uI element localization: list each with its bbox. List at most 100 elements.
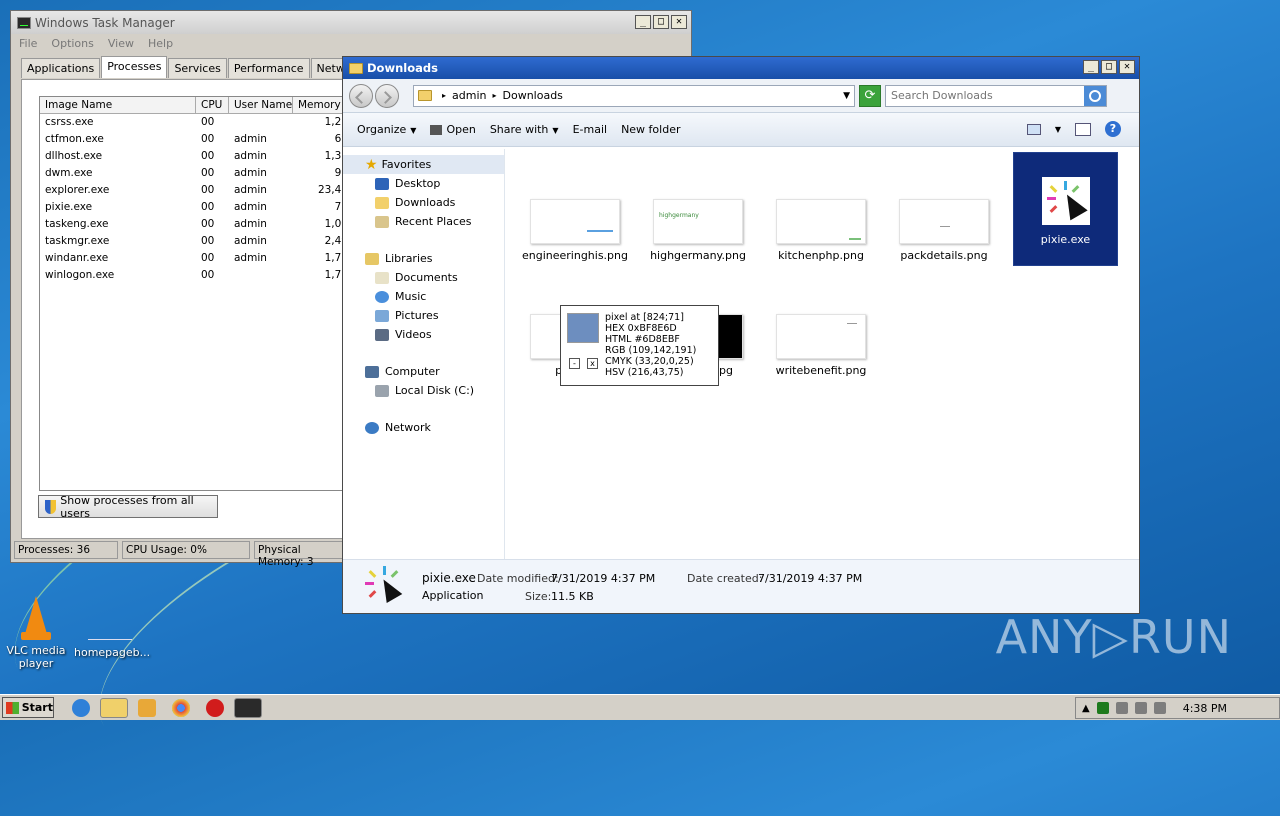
opera-icon[interactable]	[206, 699, 224, 717]
network-icon[interactable]	[1115, 702, 1128, 714]
flag-icon[interactable]	[1153, 702, 1166, 714]
window-title: Windows Task Manager	[35, 15, 175, 30]
process-cpu: 00	[201, 150, 215, 162]
breadcrumb-arrow-icon[interactable]: ▸	[492, 91, 496, 100]
show-all-processes-button[interactable]: Show processes from all users	[38, 494, 218, 520]
file-item[interactable]: packdetails.png	[888, 199, 1000, 262]
menu-file[interactable]: File	[19, 37, 37, 50]
organize-label: Organize	[357, 123, 407, 136]
close-button[interactable]: ✕	[1119, 60, 1135, 74]
file-item[interactable]: highgermany highgermany.png	[642, 199, 754, 262]
internet-explorer-icon[interactable]	[72, 699, 90, 717]
folder-icon	[418, 90, 432, 101]
file-name: pixie.exe	[1040, 233, 1091, 246]
address-dropdown-icon[interactable]: ▼	[843, 91, 850, 101]
tab-processes[interactable]: Processes	[101, 56, 168, 78]
process-user	[229, 114, 293, 131]
open-button[interactable]: Open	[430, 123, 476, 136]
nav-videos[interactable]: Videos	[343, 325, 504, 344]
menu-view[interactable]: View	[108, 37, 134, 50]
nav-favorites[interactable]: ★ Favorites	[343, 155, 504, 174]
change-view-icon[interactable]	[1026, 123, 1041, 135]
process-cpu: 00	[201, 201, 215, 213]
menu-options[interactable]: Options	[51, 37, 93, 50]
tab-applications[interactable]: Applications	[21, 58, 101, 78]
menu-help[interactable]: Help	[148, 37, 173, 50]
file-icon	[88, 612, 132, 640]
task-manager-taskbar-icon[interactable]	[234, 698, 262, 718]
search-input[interactable]	[886, 89, 1084, 102]
email-button[interactable]: E-mail	[573, 123, 608, 136]
search-icon[interactable]	[1084, 85, 1106, 106]
file-name: pg	[719, 364, 733, 377]
organize-button[interactable]: Organize ▼	[357, 123, 416, 136]
file-item[interactable]: kitchenphp.png	[765, 199, 877, 262]
image-thumbnail	[530, 199, 620, 244]
drive-icon	[375, 384, 389, 397]
new-folder-button[interactable]: New folder	[621, 123, 680, 136]
breadcrumb-admin[interactable]: admin	[452, 89, 486, 102]
nav-music[interactable]: Music	[343, 287, 504, 306]
breadcrumb-arrow-icon[interactable]: ▸	[442, 91, 446, 100]
file-item-selected[interactable]: pixie.exe	[1013, 152, 1118, 266]
icon-ray	[1049, 205, 1057, 213]
minimize-button[interactable]: _	[1083, 60, 1099, 74]
tooltip-close-button[interactable]: x	[587, 358, 598, 369]
back-button[interactable]	[349, 83, 373, 108]
close-button[interactable]: ✕	[671, 15, 687, 29]
forward-button[interactable]	[375, 83, 399, 108]
column-cpu[interactable]: CPU	[196, 97, 229, 113]
cursor-arrow-icon	[1057, 189, 1088, 221]
breadcrumb-downloads[interactable]: Downloads	[503, 89, 563, 102]
explorer-titlebar[interactable]: Downloads	[343, 57, 1139, 79]
help-icon[interactable]: ?	[1105, 121, 1121, 137]
refresh-button[interactable]: ⟳	[859, 84, 881, 107]
desktop-icon-vlc[interactable]: VLC media player	[0, 596, 72, 670]
nav-label: Pictures	[395, 309, 439, 322]
tab-services[interactable]: Services	[168, 58, 227, 78]
file-item[interactable]: writebenefit.png	[765, 314, 877, 377]
details-pane: pixie.exe Application Date modified: 7/3…	[343, 559, 1139, 613]
nav-recent-places[interactable]: Recent Places	[343, 212, 504, 231]
clock[interactable]: 4:38 PM	[1183, 702, 1227, 715]
desktop-icon-homepage[interactable]: homepageb...	[74, 612, 150, 659]
nav-local-disk[interactable]: Local Disk (C:)	[343, 381, 504, 400]
file-item[interactable]: engineeringhis.png	[519, 199, 631, 262]
icon-ray	[383, 566, 386, 575]
tray-app-icon[interactable]	[1096, 702, 1109, 714]
nav-network[interactable]: Network	[343, 418, 504, 437]
nav-downloads[interactable]: Downloads	[343, 193, 504, 212]
downloads-folder-icon	[375, 196, 389, 209]
address-bar[interactable]: ▸ admin ▸ Downloads ▼	[413, 84, 855, 107]
process-user: admin	[234, 167, 267, 179]
tooltip-minimize-button[interactable]: -	[569, 358, 580, 369]
music-icon	[375, 290, 389, 303]
nav-label: Downloads	[395, 196, 456, 209]
documents-icon	[375, 271, 389, 284]
nav-label: Documents	[395, 271, 458, 284]
share-with-button[interactable]: Share with ▼	[490, 123, 559, 136]
nav-libraries[interactable]: Libraries	[343, 249, 504, 268]
recent-places-icon	[375, 215, 389, 228]
tab-performance[interactable]: Performance	[227, 58, 310, 78]
media-player-icon[interactable]	[138, 699, 156, 717]
minimize-button[interactable]: _	[635, 15, 651, 29]
column-image-name[interactable]: Image Name	[40, 97, 196, 113]
explorer-taskbar-icon[interactable]	[100, 698, 128, 718]
show-hidden-icons-icon[interactable]: ▲	[1082, 703, 1090, 714]
column-user-name[interactable]: User Name	[229, 97, 293, 113]
task-manager-titlebar[interactable]: Windows Task Manager	[11, 11, 691, 34]
chevron-down-icon[interactable]: ▼	[1055, 125, 1061, 134]
nav-pictures[interactable]: Pictures	[343, 306, 504, 325]
nav-documents[interactable]: Documents	[343, 268, 504, 287]
nav-computer[interactable]: Computer	[343, 362, 504, 381]
maximize-button[interactable]: □	[653, 15, 669, 29]
start-button[interactable]: Start	[2, 697, 54, 718]
maximize-button[interactable]: □	[1101, 60, 1117, 74]
nav-desktop[interactable]: Desktop	[343, 174, 504, 193]
volume-icon[interactable]	[1134, 702, 1147, 714]
preview-pane-icon[interactable]	[1075, 122, 1091, 136]
process-name: taskeng.exe	[45, 218, 109, 230]
process-name: dwm.exe	[45, 167, 93, 179]
chrome-icon[interactable]	[172, 699, 190, 717]
